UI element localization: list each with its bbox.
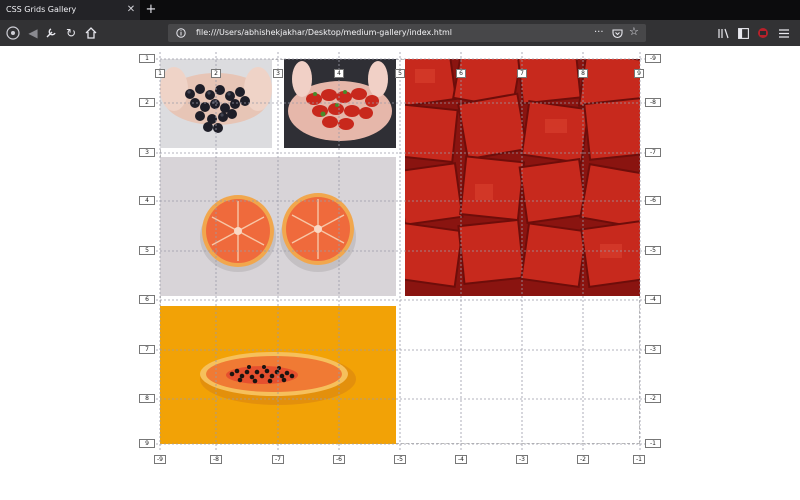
sidebar-icon[interactable]: [738, 28, 749, 39]
home-icon[interactable]: [82, 24, 100, 42]
grid-line-number-top: 2: [211, 69, 221, 78]
grid-line-number-top: 3: [273, 69, 283, 78]
grid-line-number-top: 1: [155, 69, 165, 78]
pocket-icon[interactable]: [612, 28, 623, 39]
grid-line-number-top: 4: [334, 69, 344, 78]
library-icon[interactable]: [718, 28, 730, 39]
grid-line-number-bottom: -3: [516, 455, 528, 464]
grid-line-number-right: -5: [645, 246, 661, 255]
grid-line-number-left: 6: [139, 295, 155, 304]
grid-line-number-right: -1: [645, 439, 661, 448]
grid-line-number-bottom: -1: [633, 455, 645, 464]
reload-icon[interactable]: ↻: [62, 24, 80, 42]
grid-line-number-right: -9: [645, 54, 661, 63]
gallery-image-grapefruit[interactable]: [160, 157, 396, 296]
grid-line-number-bottom: -8: [210, 455, 222, 464]
info-icon[interactable]: [176, 28, 186, 38]
grid-line-number-right: -7: [645, 148, 661, 157]
grid-line-number-left: 8: [139, 394, 155, 403]
grid-line-number-right: -3: [645, 345, 661, 354]
grid-line-number-left: 1: [139, 54, 155, 63]
grid-line-number-top: 5: [395, 69, 405, 78]
hamburger-menu-icon[interactable]: [778, 28, 790, 39]
grid-line-number-left: 5: [139, 246, 155, 255]
grid-line-number-top: 9: [634, 69, 644, 78]
page-actions-icon[interactable]: ···: [594, 24, 604, 42]
tab-strip: CSS Grids Gallery ✕ +: [0, 0, 800, 20]
grid-line-number-top: 6: [456, 69, 466, 78]
gallery-image-watermelon[interactable]: [405, 59, 640, 296]
grid-line-number-bottom: -4: [455, 455, 467, 464]
grid-line-number-left: 9: [139, 439, 155, 448]
back-icon[interactable]: ◀: [24, 24, 42, 42]
grid-line-number-right: -8: [645, 98, 661, 107]
grid-line-number-bottom: -7: [272, 455, 284, 464]
bookmark-star-icon[interactable]: ☆: [629, 25, 639, 38]
grid-line-number-left: 3: [139, 148, 155, 157]
extension-icon[interactable]: [757, 27, 769, 39]
grid-line-number-right: -6: [645, 196, 661, 205]
grid-line-number-top: 8: [578, 69, 588, 78]
grid-line-number-top: 7: [517, 69, 527, 78]
grid-line-number-left: 4: [139, 196, 155, 205]
grid-line-number-bottom: -6: [333, 455, 345, 464]
close-tab-icon[interactable]: ✕: [124, 0, 138, 20]
grid-line-number-right: -2: [645, 394, 661, 403]
new-tab-button[interactable]: +: [144, 0, 158, 20]
grid-line-number-bottom: -5: [394, 455, 406, 464]
grid-line-number-bottom: -9: [154, 455, 166, 464]
customize-icon[interactable]: [42, 24, 60, 42]
grid-line-number-left: 2: [139, 98, 155, 107]
tab-title: CSS Grids Gallery: [6, 5, 77, 14]
grid-line-number-bottom: -2: [577, 455, 589, 464]
gallery-image-papaya[interactable]: [160, 306, 396, 444]
url-text[interactable]: file:///Users/abhishekjakhar/Desktop/med…: [196, 24, 452, 42]
menu-icon[interactable]: [4, 24, 22, 42]
grid-line-number-left: 7: [139, 345, 155, 354]
tab-css-grids-gallery[interactable]: CSS Grids Gallery ✕: [0, 0, 140, 20]
grid-line-number-right: -4: [645, 295, 661, 304]
